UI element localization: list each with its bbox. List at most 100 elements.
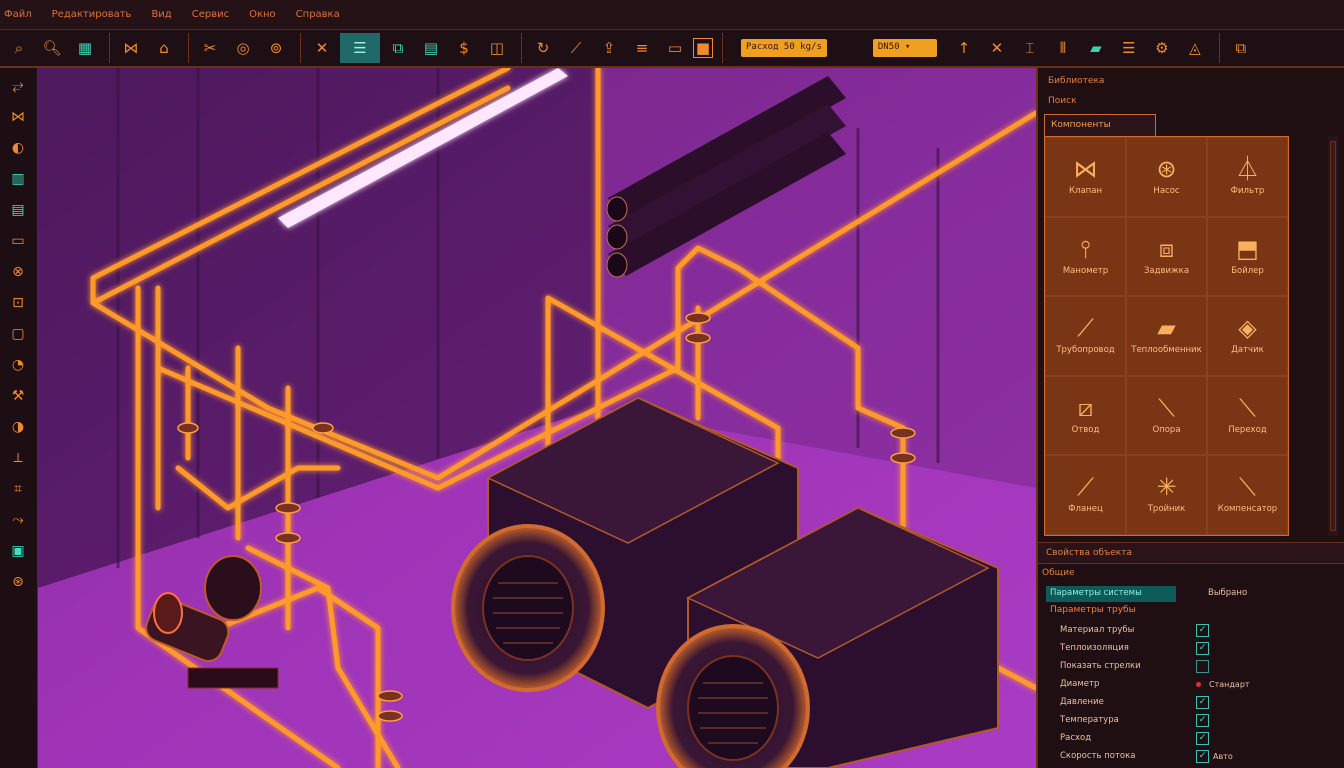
- component-label: Фланец: [1068, 504, 1103, 515]
- panel-search-label[interactable]: Поиск: [1048, 96, 1077, 106]
- pump-icon[interactable]: ⌂: [149, 33, 179, 63]
- tool-icon[interactable]: ⚒: [4, 383, 32, 409]
- list-icon[interactable]: ☰: [340, 33, 380, 63]
- close-icon[interactable]: ✕: [307, 33, 337, 63]
- component-tile[interactable]: ⟍ Опора: [1126, 375, 1207, 456]
- dollar-icon[interactable]: $: [449, 33, 479, 63]
- pump-icon[interactable]: ⊛: [4, 569, 32, 595]
- component-tile[interactable]: ⧈ Задвижка: [1126, 216, 1207, 297]
- component-tile[interactable]: ⬒ Бойлер: [1207, 216, 1288, 297]
- valve-icon[interactable]: ⋈: [116, 33, 146, 63]
- component-tile[interactable]: ⏃ Фильтр: [1207, 137, 1288, 217]
- valve-icon[interactable]: ⋈: [4, 104, 32, 130]
- component-tile[interactable]: ✳ Тройник: [1126, 455, 1207, 535]
- component-label: Клапан: [1069, 185, 1102, 196]
- pipe-icon[interactable]: ⥂: [4, 73, 32, 99]
- graph-icon[interactable]: ⌗: [4, 476, 32, 502]
- grid-icon[interactable]: ▦: [70, 33, 100, 63]
- compensator-icon: ⟍: [1239, 473, 1256, 502]
- component-tile[interactable]: ⟍ Переход: [1207, 375, 1288, 456]
- arrow-icon[interactable]: ⤳: [4, 507, 32, 533]
- scrollbar-thumb[interactable]: [1330, 141, 1336, 531]
- column-icon[interactable]: ⫴: [1048, 33, 1078, 63]
- component-tile[interactable]: ⟍ Компенсатор: [1207, 455, 1288, 535]
- menu-file[interactable]: Файл: [4, 9, 32, 20]
- zoom-icon[interactable]: 🔍︎: [37, 33, 67, 63]
- diameter-select[interactable]: DN50 ▾: [872, 39, 937, 57]
- target-icon[interactable]: ⊚: [261, 33, 291, 63]
- property-label: Показать стрелки: [1060, 661, 1141, 671]
- export-icon[interactable]: ⇪: [594, 33, 624, 63]
- property-row: Материал трубы ✓: [1060, 622, 1340, 638]
- heater-icon[interactable]: ▤: [4, 197, 32, 223]
- component-tile[interactable]: ⋈ Клапан: [1045, 137, 1126, 217]
- component-tile[interactable]: ⟋ Фланец: [1045, 455, 1126, 535]
- property-value[interactable]: Стандарт: [1209, 680, 1250, 689]
- property-checkbox[interactable]: ✓: [1196, 749, 1209, 763]
- menu-tools[interactable]: Сервис: [192, 9, 229, 20]
- sensor-icon: ◈: [1238, 314, 1257, 343]
- flow-rate-field[interactable]: Расход 50 kg/s: [741, 39, 827, 57]
- box-icon[interactable]: ◫: [482, 33, 512, 63]
- mountain-icon[interactable]: ◬: [1180, 33, 1210, 63]
- menu-help[interactable]: Справка: [296, 9, 340, 20]
- panel-icon[interactable]: ▭: [660, 33, 690, 63]
- fitting-icon[interactable]: ◐: [4, 135, 32, 161]
- property-checkbox[interactable]: ✓: [1196, 713, 1209, 727]
- component-tile[interactable]: ⟋ Трубопровод: [1045, 296, 1126, 376]
- connector-icon[interactable]: ⊡: [4, 290, 32, 316]
- component-label: Тройник: [1147, 504, 1186, 515]
- axis-icon[interactable]: ⟂: [4, 445, 32, 471]
- property-checkbox[interactable]: ✓: [1196, 623, 1209, 637]
- tab-components[interactable]: Компоненты: [1044, 114, 1156, 136]
- component-tile[interactable]: ⫯ Манометр: [1045, 216, 1126, 297]
- gear-icon[interactable]: ⚙: [1147, 33, 1177, 63]
- flange-icon[interactable]: ◑: [4, 414, 32, 440]
- property-checkbox[interactable]: ✓: [1196, 695, 1209, 709]
- isometric-viewport[interactable]: [38, 68, 1036, 768]
- property-row: Скорость потока ✓ Авто: [1060, 748, 1340, 764]
- component-label: Манометр: [1062, 265, 1109, 276]
- chart-icon[interactable]: ▰: [1081, 33, 1111, 63]
- panel-scrollbar[interactable]: [1328, 136, 1338, 536]
- menu-edit[interactable]: Редактировать: [52, 9, 132, 20]
- toolbar-divider: [188, 33, 189, 63]
- layers-icon[interactable]: ≡: [627, 33, 657, 63]
- filter-icon[interactable]: ⊗: [4, 259, 32, 285]
- bracket-icon[interactable]: ⌶: [1015, 33, 1045, 63]
- table-icon[interactable]: ▤: [416, 33, 446, 63]
- component-label: Трубопровод: [1056, 345, 1115, 356]
- property-label: Скорость потока: [1060, 751, 1136, 761]
- panel-title: Библиотека: [1048, 76, 1105, 86]
- property-checkbox[interactable]: ✓: [1196, 731, 1209, 745]
- window-icon[interactable]: ⧉: [1226, 33, 1256, 63]
- tank-icon[interactable]: ▥: [4, 166, 32, 192]
- component-tile[interactable]: ▰ Теплообменник: [1126, 296, 1207, 376]
- menu-window[interactable]: Окно: [249, 9, 276, 20]
- component-tile[interactable]: ⧄ Отвод: [1045, 375, 1126, 456]
- monitor-icon[interactable]: ▭: [4, 228, 32, 254]
- property-label: Давление: [1060, 697, 1104, 707]
- arrow-icon[interactable]: ↑: [949, 33, 979, 63]
- property-checkbox[interactable]: [1196, 659, 1209, 673]
- teal-box-icon[interactable]: ▣: [4, 538, 32, 564]
- property-checkbox[interactable]: ✓: [1196, 641, 1209, 655]
- gauge-icon[interactable]: ◔: [4, 352, 32, 378]
- selected-property[interactable]: Параметры системы: [1046, 586, 1176, 602]
- component-tile[interactable]: ⊛ Насос: [1126, 137, 1207, 217]
- menu-icon[interactable]: ☰: [1114, 33, 1144, 63]
- property-value[interactable]: Авто: [1213, 752, 1233, 761]
- component-icon[interactable]: ⧉: [383, 33, 413, 63]
- rotate-icon[interactable]: ↻: [528, 33, 558, 63]
- search-icon[interactable]: ⌕: [4, 33, 34, 63]
- menu-view[interactable]: Вид: [151, 9, 171, 20]
- component-tile[interactable]: ◈ Датчик: [1207, 296, 1288, 376]
- screen-icon[interactable]: ▢: [4, 321, 32, 347]
- flow-icon[interactable]: ◎: [228, 33, 258, 63]
- scissors-icon[interactable]: ✂: [195, 33, 225, 63]
- square-icon[interactable]: ■: [693, 38, 713, 58]
- close-icon[interactable]: ✕: [982, 33, 1012, 63]
- property-group[interactable]: Параметры трубы: [1050, 605, 1136, 615]
- measure-icon[interactable]: ⟋: [561, 33, 591, 63]
- properties-section[interactable]: Общие: [1042, 568, 1075, 578]
